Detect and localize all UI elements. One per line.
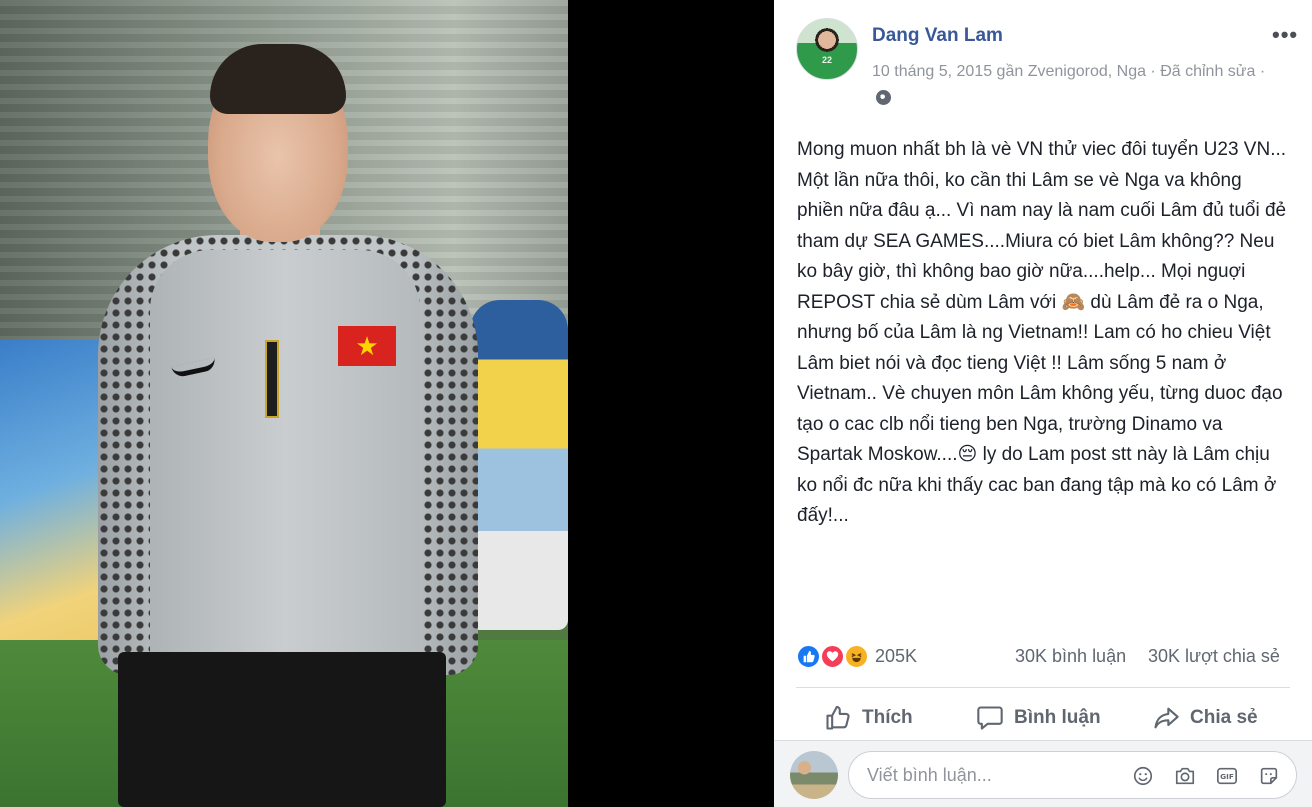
like-label: Thích [862, 707, 913, 728]
like-icon [796, 644, 821, 669]
vietnam-flag-icon: ★ [338, 326, 396, 366]
reactions-bar: 205K 30K bình luận 30K lượt chia sẻ [796, 642, 1290, 672]
love-icon [820, 644, 845, 669]
share-icon [1154, 707, 1179, 729]
gif-label: GIF [1220, 772, 1234, 781]
post-header: 22 Dang Van Lam 10 tháng 5, 2015 gần Zve… [796, 18, 1298, 108]
share-count[interactable]: 30K lượt chia sẻ [1148, 646, 1280, 667]
share-label: Chia sẻ [1190, 707, 1258, 728]
author-avatar[interactable]: 22 [796, 18, 858, 80]
current-user-avatar[interactable] [790, 751, 838, 799]
reaction-count[interactable]: 205K [875, 646, 917, 667]
comment-composer: GIF [774, 740, 1312, 807]
author-name[interactable]: Dang Van Lam [872, 25, 1003, 47]
thumbs-up-icon [826, 705, 850, 730]
post-meta: 10 tháng 5, 2015 gần Zvenigorod, Nga · Đ… [872, 58, 1282, 112]
comment-label: Bình luận [1014, 707, 1101, 728]
haha-icon [844, 644, 869, 669]
more-options-button[interactable]: ••• [1272, 22, 1298, 48]
comment-button[interactable]: Bình luận [976, 696, 1101, 740]
player-shorts [118, 652, 446, 807]
flag-star: ★ [355, 331, 379, 361]
player-jersey-front [150, 250, 420, 675]
post-meta-text[interactable]: 10 tháng 5, 2015 gần Zvenigorod, Nga · Đ… [872, 63, 1265, 80]
gif-icon[interactable]: GIF [1215, 764, 1239, 788]
background-person [470, 300, 568, 630]
share-button[interactable]: Chia sẻ [1152, 696, 1258, 740]
camera-icon[interactable] [1173, 764, 1197, 788]
post-photo[interactable]: ★ 1 [0, 0, 568, 807]
comment-input[interactable] [867, 752, 1117, 798]
post-body: Mong muon nhất bh là vè VN thử viec đôi … [797, 139, 1287, 526]
post-panel: 22 Dang Van Lam 10 tháng 5, 2015 gần Zve… [774, 0, 1312, 807]
actions-divider [796, 687, 1290, 688]
comment-count[interactable]: 30K bình luận [1015, 646, 1126, 667]
reaction-icons[interactable] [796, 644, 872, 670]
avatar-jersey-number: 22 [821, 55, 832, 65]
jersey-number: 1 [265, 340, 279, 418]
post-actions: Thích Bình luận Chia sẻ [796, 696, 1290, 740]
emoji-icon[interactable] [1131, 764, 1155, 788]
comment-box[interactable]: GIF [848, 751, 1297, 799]
comment-icon [977, 706, 1003, 730]
globe-icon [876, 90, 891, 105]
like-button[interactable]: Thích [824, 696, 913, 740]
player-hair [210, 44, 346, 114]
sticker-icon[interactable] [1257, 764, 1281, 788]
